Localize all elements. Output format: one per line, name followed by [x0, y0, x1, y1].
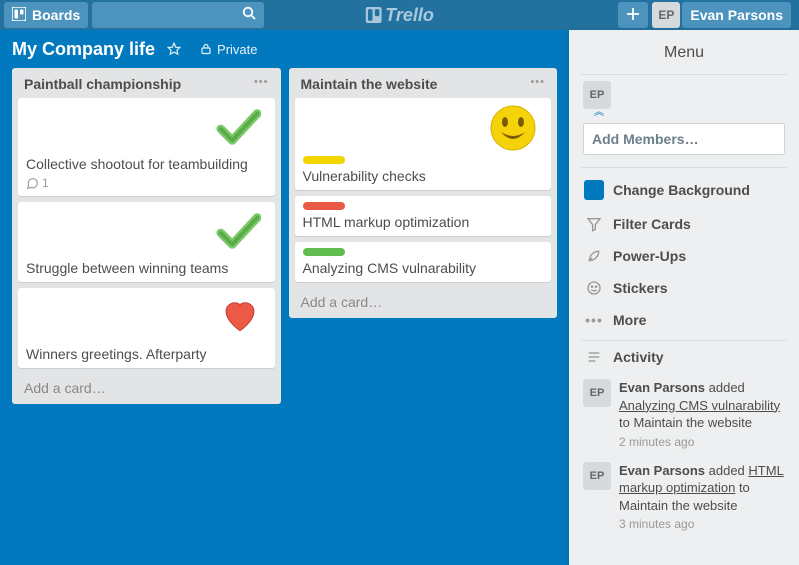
search-input[interactable] — [92, 2, 264, 28]
user-avatar[interactable]: EP — [652, 2, 680, 28]
add-card-button[interactable]: Add a card… — [295, 288, 552, 310]
boards-button[interactable]: Boards — [4, 2, 88, 28]
comment-badge: 1 — [26, 176, 267, 190]
card[interactable]: Collective shootout for teambuilding 1 — [18, 98, 275, 196]
add-members-button[interactable]: Add Members… — [583, 123, 785, 155]
card[interactable]: Winners greetings. Afterparty — [18, 288, 275, 368]
menu-power-ups[interactable]: Power-Ups — [569, 240, 799, 272]
check-sticker — [215, 208, 261, 257]
card[interactable]: Struggle between winning teams — [18, 202, 275, 282]
card[interactable]: Analyzing CMS vulnarability — [295, 242, 552, 282]
admin-chevron-icon: ︽ — [594, 103, 604, 118]
card[interactable]: Vulnerability checks — [295, 98, 552, 190]
rocket-icon — [583, 248, 605, 264]
menu-activity-header: Activity — [569, 341, 799, 373]
label-yellow — [303, 156, 345, 164]
list-menu-button[interactable]: ••• — [254, 76, 269, 92]
card-title: Analyzing CMS vulnarability — [303, 260, 544, 276]
list-title[interactable]: Maintain the website — [301, 76, 438, 92]
add-card-button[interactable]: Add a card… — [18, 374, 275, 396]
activity-avatar: EP — [583, 462, 611, 490]
activity-time: 3 minutes ago — [619, 516, 785, 532]
card-title: Vulnerability checks — [303, 168, 544, 184]
card-title: HTML markup optimization — [303, 214, 544, 230]
member-section: EP ︽ — [569, 75, 799, 115]
list: Maintain the website ••• Vulnerability c… — [289, 68, 558, 318]
activity-entry: EP Evan Parsons added HTML markup optimi… — [569, 456, 799, 539]
menu-title: Menu — [569, 30, 799, 74]
privacy-label: Private — [217, 42, 257, 57]
board-menu: Menu EP ︽ Add Members… Change Background… — [569, 30, 799, 565]
check-sticker — [215, 104, 261, 153]
boards-icon — [12, 7, 26, 24]
header-right: EP Evan Parsons — [618, 2, 795, 28]
menu-filter-cards[interactable]: Filter Cards — [569, 208, 799, 240]
heart-sticker — [219, 294, 261, 339]
activity-time: 2 minutes ago — [619, 434, 785, 450]
plus-icon — [626, 7, 640, 24]
activity-avatar: EP — [583, 379, 611, 407]
activity-target-link[interactable]: Analyzing CMS vulnarability — [619, 398, 780, 413]
background-swatch-icon — [584, 180, 604, 200]
list-menu-button[interactable]: ••• — [530, 76, 545, 92]
card-title: Winners greetings. Afterparty — [26, 346, 267, 362]
card[interactable]: HTML markup optimization — [295, 196, 552, 236]
menu-change-background[interactable]: Change Background — [569, 172, 799, 208]
card-title: Struggle between winning teams — [26, 260, 267, 276]
boards-label: Boards — [32, 7, 80, 23]
list-title[interactable]: Paintball championship — [24, 76, 181, 92]
list: Paintball championship ••• Collective sh… — [12, 68, 281, 404]
create-button[interactable] — [618, 2, 648, 28]
more-icon: ••• — [583, 312, 605, 328]
menu-stickers[interactable]: Stickers — [569, 272, 799, 304]
privacy-button[interactable]: Private — [200, 42, 257, 57]
board-canvas: Paintball championship ••• Collective sh… — [0, 68, 569, 565]
sticker-icon — [583, 280, 605, 296]
activity-icon — [583, 349, 605, 365]
board-title[interactable]: My Company life — [12, 39, 155, 60]
app-logo[interactable]: Trello — [365, 5, 434, 26]
filter-icon — [583, 216, 605, 232]
menu-more[interactable]: ••• More — [569, 304, 799, 336]
activity-entry: EP Evan Parsons added Analyzing CMS vuln… — [569, 373, 799, 456]
label-red — [303, 202, 345, 210]
star-button[interactable] — [167, 42, 186, 56]
smile-sticker — [489, 104, 537, 155]
global-header: Boards Trello EP Evan Parsons — [0, 0, 799, 30]
user-menu-button[interactable]: Evan Parsons — [682, 2, 791, 28]
label-green — [303, 248, 345, 256]
card-title: Collective shootout for teambuilding — [26, 156, 267, 172]
search-icon — [242, 6, 256, 25]
logo-text: Trello — [385, 5, 434, 26]
